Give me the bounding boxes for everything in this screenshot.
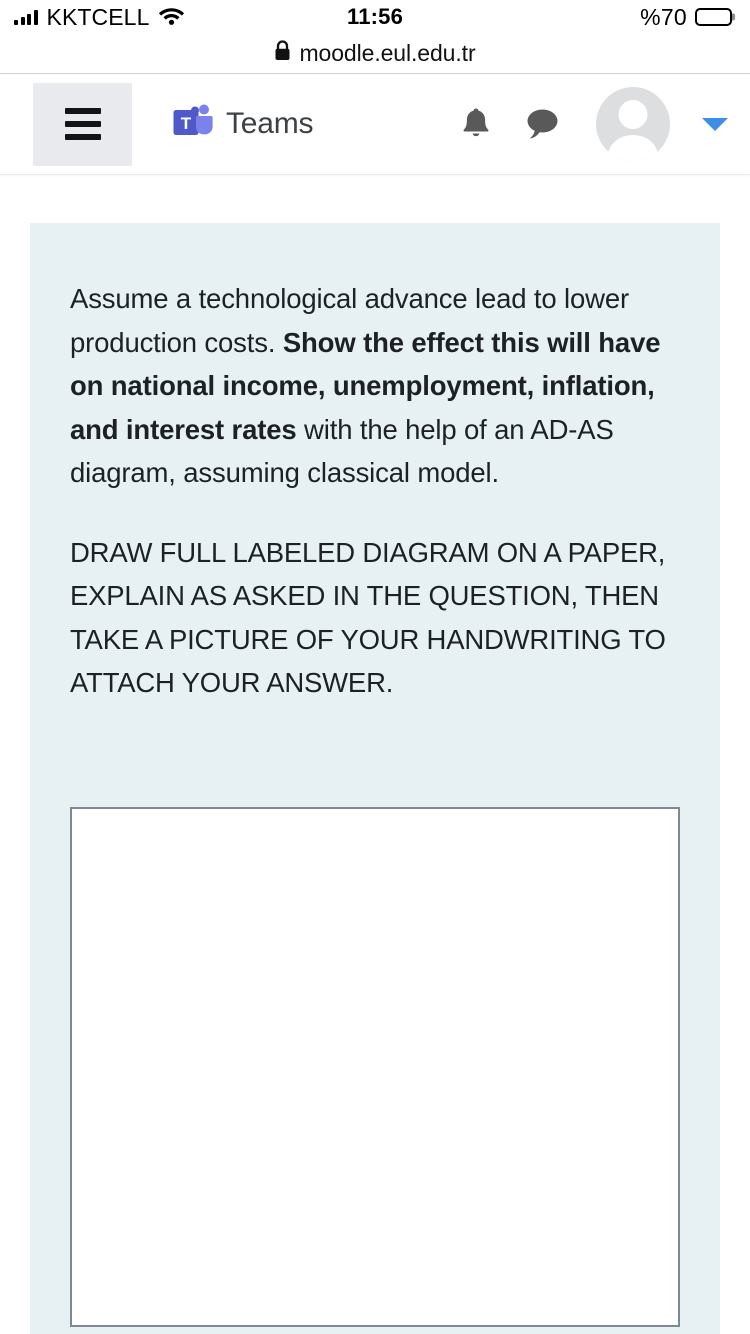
- page-body: Assume a technological advance lead to l…: [0, 175, 750, 1334]
- brand-label: Teams: [226, 107, 314, 140]
- wifi-icon: [158, 5, 185, 30]
- answer-attachment-box[interactable]: [70, 806, 680, 1327]
- browser-url-bar[interactable]: moodle.eul.edu.tr: [0, 34, 750, 74]
- microsoft-teams-logo-icon: T: [173, 103, 213, 146]
- ios-status-bar: KKTCELL 11:56 %70: [0, 0, 750, 34]
- signal-bars-icon: [14, 9, 38, 25]
- brand-link[interactable]: T Teams: [173, 103, 314, 146]
- question-text: Assume a technological advance lead to l…: [70, 277, 680, 495]
- question-card: Assume a technological advance lead to l…: [30, 223, 720, 1334]
- battery-percentage-label: %70: [640, 3, 687, 30]
- battery-icon: [695, 8, 732, 26]
- hamburger-menu-icon[interactable]: [33, 82, 132, 166]
- status-bar-left: KKTCELL: [14, 4, 185, 31]
- user-avatar-icon[interactable]: [596, 87, 670, 161]
- question-instructions: DRAW FULL LABELED DIAGRAM ON A PAPER, EX…: [70, 536, 666, 699]
- status-bar-right: %70: [640, 4, 732, 31]
- site-navbar: T Teams: [0, 74, 750, 175]
- svg-text:T: T: [181, 114, 192, 133]
- chat-bubble-icon[interactable]: [514, 106, 570, 142]
- navbar-actions: [448, 87, 728, 161]
- url-text: moodle.eul.edu.tr: [299, 40, 476, 66]
- bell-icon[interactable]: [448, 106, 504, 142]
- carrier-name: KKTCELL: [46, 3, 150, 30]
- lock-icon: [274, 40, 291, 66]
- caret-down-icon[interactable]: [702, 117, 728, 131]
